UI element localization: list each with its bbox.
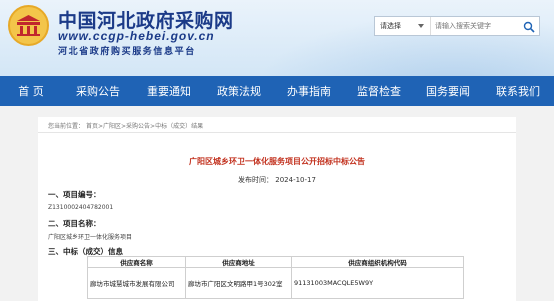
column-header-supplier-address: 供应商地址 xyxy=(185,256,292,268)
nav-item-guide[interactable]: 办事指南 xyxy=(274,76,344,106)
page: 中国河北政府采购网 www.ccgp-hebei.gov.cn 河北省政府购买服… xyxy=(0,0,554,301)
search-bar: 请选择 xyxy=(374,16,540,36)
search-scope-select[interactable]: 请选择 xyxy=(375,17,431,35)
nav-item-important-notices[interactable]: 重要通知 xyxy=(134,76,204,106)
nav-item-state-news[interactable]: 国务要闻 xyxy=(414,76,482,106)
supplier-table: 供应商名称 供应商地址 供应商组织机构代码 廊坊市城慧城市发展有限公司 廊坊市广… xyxy=(87,256,464,299)
main-nav: 首 页 采购公告 重要通知 政策法规 办事指南 监督检查 国务要闻 联系我们 xyxy=(0,76,554,106)
nav-item-supervision[interactable]: 监督检查 xyxy=(344,76,414,106)
section-project-number-heading: 一、项目编号： xyxy=(48,190,101,199)
supplier-address-cell: 廊坊市广阳区文明路甲1号302室 xyxy=(185,267,292,299)
column-header-org-code: 供应商组织机构代码 xyxy=(291,256,464,268)
breadcrumb-item-current: 中标（成交）结果 xyxy=(155,123,204,130)
breadcrumb-item-home[interactable]: 首页 xyxy=(86,123,98,130)
nav-item-procurement-notices[interactable]: 采购公告 xyxy=(62,76,134,106)
search-icon[interactable] xyxy=(523,21,535,33)
column-header-supplier-name: 供应商名称 xyxy=(87,256,186,268)
search-input[interactable] xyxy=(431,18,527,34)
site-header: 中国河北政府采购网 www.ccgp-hebei.gov.cn 河北省政府购买服… xyxy=(0,0,554,76)
breadcrumb-item-region[interactable]: 广阳区 xyxy=(103,123,121,130)
breadcrumb: 您当前位置： 首页>广阳区>采购公告>中标（成交）结果 xyxy=(48,121,203,130)
nav-item-contact[interactable]: 联系我们 xyxy=(482,76,554,106)
table-header-row: 供应商名称 供应商地址 供应商组织机构代码 xyxy=(87,256,464,268)
breadcrumb-prefix: 您当前位置： xyxy=(48,123,85,130)
publish-label: 发布时间： xyxy=(238,176,274,184)
publish-date: 2024-10-17 xyxy=(275,176,316,184)
article-panel: 您当前位置： 首页>广阳区>采购公告>中标（成交）结果 广阳区城乡环卫一体化服务… xyxy=(38,117,516,301)
project-name-value: 广阳区城乡环卫一体化服务项目 xyxy=(48,234,133,241)
divider xyxy=(38,132,516,133)
nav-item-home[interactable]: 首 页 xyxy=(0,76,62,106)
site-url: www.ccgp-hebei.gov.cn xyxy=(58,29,215,43)
publish-time: 发布时间： 2024-10-17 xyxy=(38,175,516,185)
search-scope-label: 请选择 xyxy=(380,22,401,30)
section-project-name-heading: 二、项目名称： xyxy=(48,219,101,228)
table-row: 廊坊市城慧城市发展有限公司 廊坊市广阳区文明路甲1号302室 91131003M… xyxy=(87,267,464,299)
supplier-name-cell: 廊坊市城慧城市发展有限公司 xyxy=(87,267,186,299)
chevron-down-icon xyxy=(418,24,424,28)
ccgp-emblem-icon[interactable] xyxy=(8,5,49,46)
supplier-org-code-cell: 91131003MACQLE5W9Y xyxy=(291,267,464,299)
header-decoration xyxy=(220,0,554,76)
site-subtitle: 河北省政府购买服务信息平台 xyxy=(58,47,196,57)
nav-item-policies[interactable]: 政策法规 xyxy=(204,76,274,106)
article-title: 广阳区城乡环卫一体化服务项目公开招标中标公告 xyxy=(189,157,365,166)
breadcrumb-item-notices[interactable]: 采购公告 xyxy=(126,123,150,130)
project-number-value: Z131000240478200​1 xyxy=(48,204,114,211)
